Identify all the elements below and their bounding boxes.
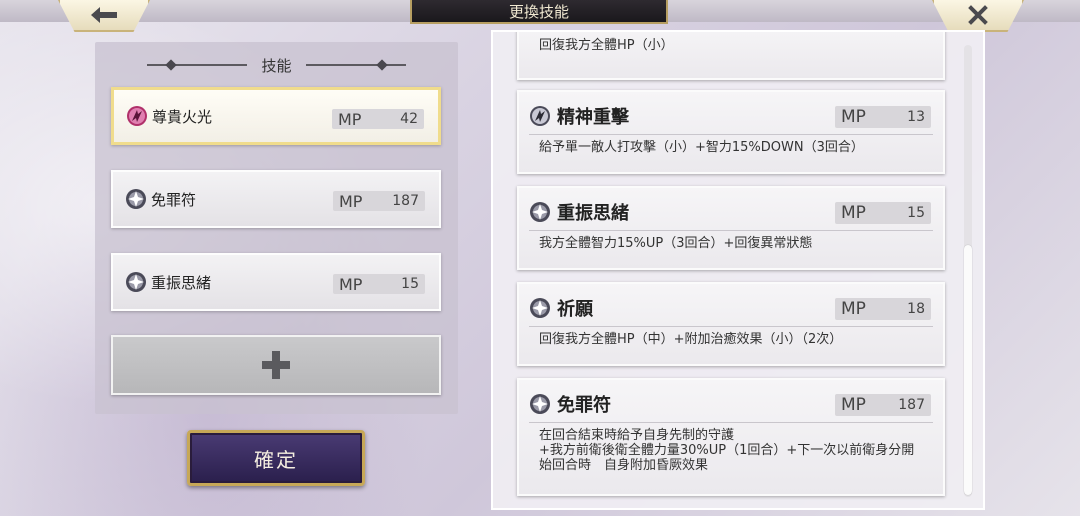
support-skill-icon xyxy=(530,202,550,222)
equipped-skill-slot-3[interactable]: 重振思緒 MP 15 xyxy=(111,253,441,311)
skill-description: 我方全體智力15%UP（3回合）+回復異常狀態 xyxy=(539,236,813,251)
slot-skill-name: 重振思緒 xyxy=(151,273,212,292)
skill-name: 精神重擊 xyxy=(557,107,629,128)
mp-value: 15 xyxy=(907,205,925,221)
mp-label: MP xyxy=(841,395,866,415)
close-button[interactable] xyxy=(932,0,1024,32)
skill-description: 回復我方全體HP（中）+附加治癒效果（小）（2次） xyxy=(539,332,843,347)
skill-description: 給予單一敵人打攻擊（小）+智力15%DOWN（3回合） xyxy=(539,140,864,155)
mp-value: 187 xyxy=(392,193,419,209)
panel-title-row: 技能 xyxy=(95,54,458,76)
mp-label: MP xyxy=(841,107,866,127)
back-arrow-icon xyxy=(91,7,117,23)
magic-skill-icon xyxy=(530,106,550,126)
mp-value: 13 xyxy=(907,109,925,125)
mp-cost: MP 42 xyxy=(332,109,424,129)
support-skill-icon xyxy=(530,394,550,414)
support-skill-icon xyxy=(126,189,146,209)
skill-card-header: 精神重擊 xyxy=(529,104,629,128)
mp-cost: MP 15 xyxy=(333,274,425,294)
support-skill-icon xyxy=(530,298,550,318)
mp-value: 18 xyxy=(907,301,925,317)
skill-card-header: 重振思緒 xyxy=(529,200,629,224)
skill-name: 免罪符 xyxy=(557,395,611,416)
slot-skill-name: 尊貴火光 xyxy=(152,107,213,126)
slot-skill-name: 免罪符 xyxy=(151,190,197,209)
mp-cost: MP 187 xyxy=(333,191,425,211)
scrollbar[interactable] xyxy=(964,45,972,497)
mp-cost: MP 13 xyxy=(835,106,931,128)
equipped-skill-slot-2[interactable]: 免罪符 MP 187 xyxy=(111,170,441,228)
equipped-skill-slot-1[interactable]: 尊貴火光 MP 42 xyxy=(111,87,441,145)
divider xyxy=(529,230,933,231)
mp-label: MP xyxy=(339,274,363,294)
confirm-button[interactable]: 確定 xyxy=(187,430,365,486)
mp-label: MP xyxy=(338,109,362,129)
skill-card-partial[interactable]: 回復我方全體HP（小） xyxy=(517,32,945,80)
mp-label: MP xyxy=(841,299,866,319)
add-skill-slot-button[interactable] xyxy=(111,335,441,395)
ornament-right xyxy=(305,64,406,66)
mp-cost: MP 15 xyxy=(835,202,931,224)
skill-card[interactable]: 祈願 MP 18 回復我方全體HP（中）+附加治癒效果（小）（2次） xyxy=(517,282,945,366)
mp-value: 15 xyxy=(401,276,419,292)
mp-cost: MP 187 xyxy=(835,394,931,416)
mp-value: 187 xyxy=(898,397,925,413)
mp-label: MP xyxy=(339,191,363,211)
mp-cost: MP 18 xyxy=(835,298,931,320)
skill-list-panel[interactable]: 回復我方全體HP（小） 精神重擊 MP 13 給予單一敵人打攻擊（小）+智力15… xyxy=(491,30,985,510)
support-skill-icon xyxy=(126,272,146,292)
divider xyxy=(529,326,933,327)
skill-card[interactable]: 精神重擊 MP 13 給予單一敵人打攻擊（小）+智力15%DOWN（3回合） xyxy=(517,90,945,174)
panel-title: 技能 xyxy=(261,56,292,75)
skill-description: 在回合結束時給予自身先制的守護 +我方前衛後衛全體力量30%UP（1回合）+下一… xyxy=(539,428,915,473)
skill-card[interactable]: 免罪符 MP 187 在回合結束時給予自身先制的守護 +我方前衛後衛全體力量30… xyxy=(517,378,945,496)
skill-description: 回復我方全體HP（小） xyxy=(539,38,674,53)
skill-card-header: 祈願 xyxy=(529,296,593,320)
skill-card[interactable]: 重振思緒 MP 15 我方全體智力15%UP（3回合）+回復異常狀態 xyxy=(517,186,945,270)
ornament-left xyxy=(147,64,248,66)
skill-card-header: 免罪符 xyxy=(529,392,611,416)
magic-skill-icon xyxy=(127,106,147,126)
scrollbar-thumb[interactable] xyxy=(964,245,972,495)
mp-value: 42 xyxy=(400,111,418,127)
page-title-text: 更換技能 xyxy=(508,2,569,21)
skill-name: 重振思緒 xyxy=(557,203,629,224)
confirm-button-label: 確定 xyxy=(254,447,298,472)
plus-icon xyxy=(262,351,290,379)
divider xyxy=(529,134,933,135)
equipped-skills-panel: 技能 尊貴火光 MP 42 免罪符 MP 187 重振思緒 MP 15 xyxy=(95,42,458,414)
skill-name: 祈願 xyxy=(557,299,593,320)
close-icon xyxy=(968,5,988,25)
page-title: 更換技能 xyxy=(410,0,668,24)
mp-label: MP xyxy=(841,203,866,223)
divider xyxy=(529,422,933,423)
